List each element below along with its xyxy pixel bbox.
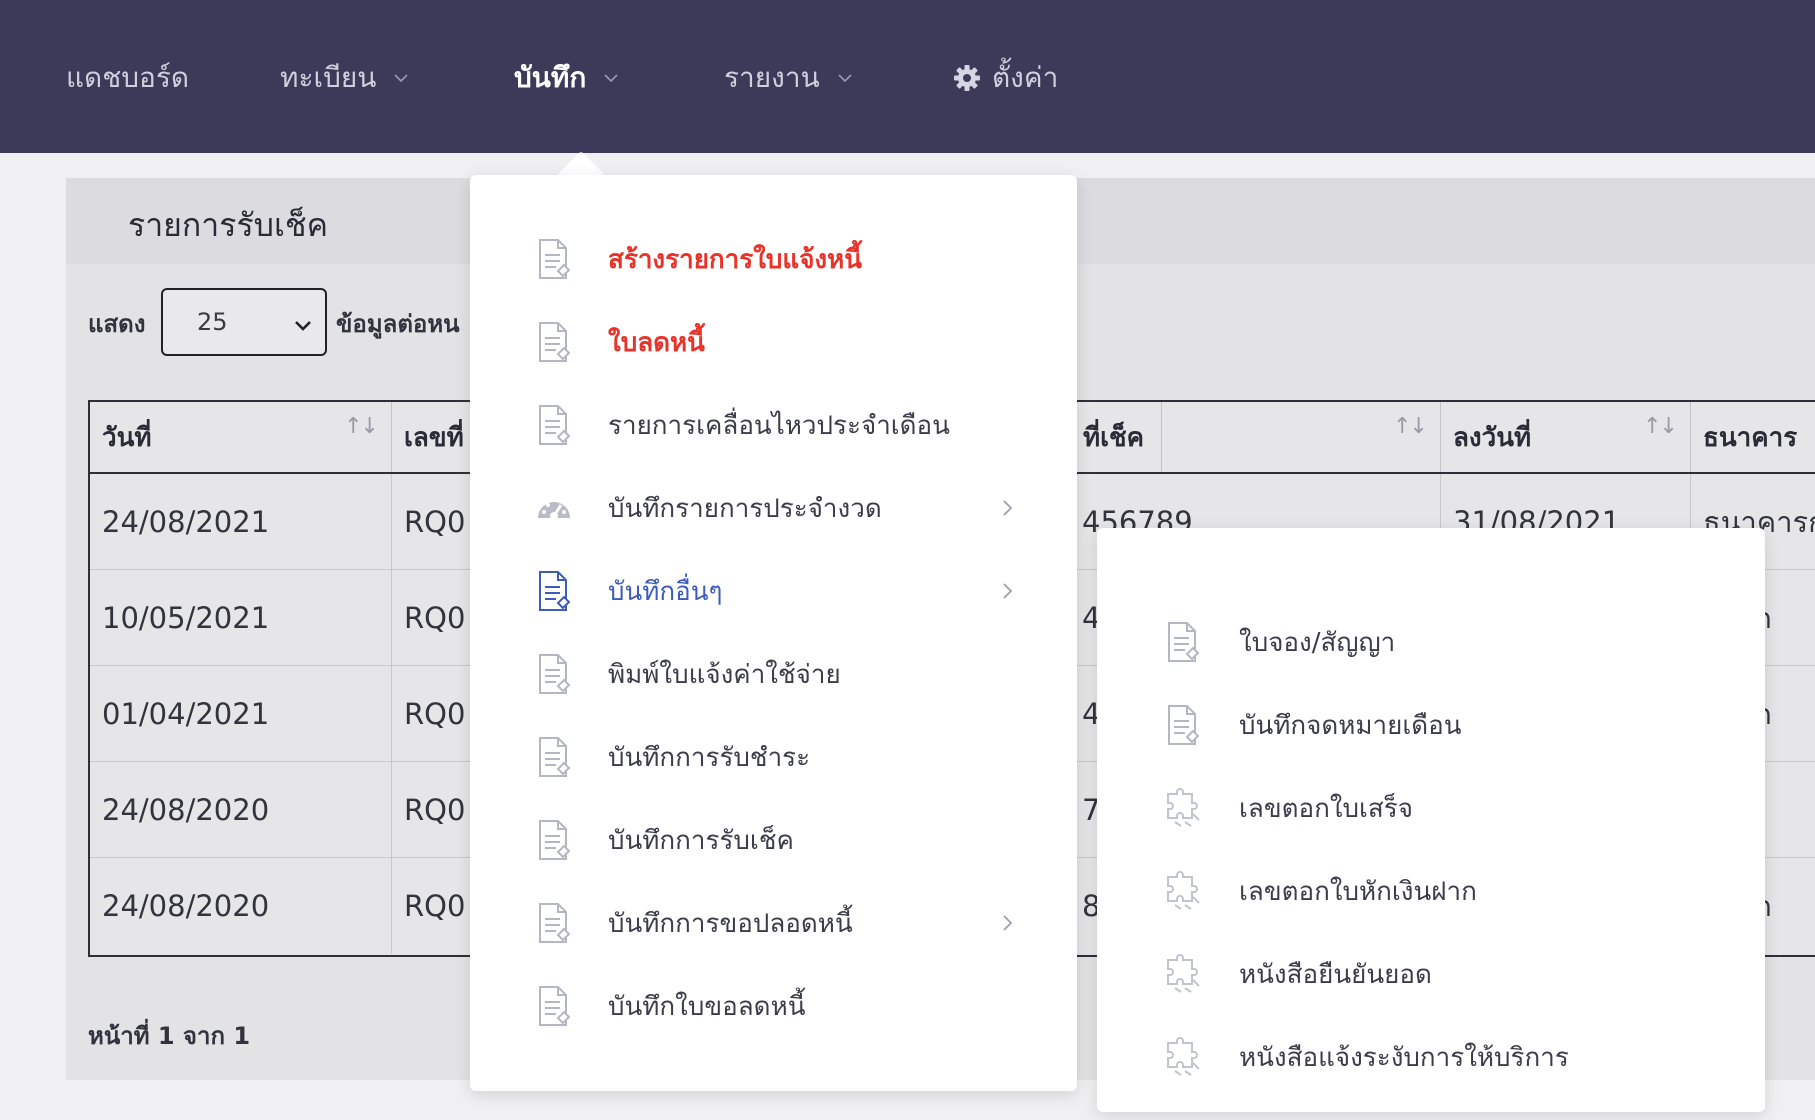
other-records-submenu: ใบจอง/สัญญา บันทึกจดหมายเดือน เลขตอกใบเส… [1097,528,1765,1112]
puzzle-icon [1163,869,1203,913]
menu-item-label: บันทึกการรับเช็ค [608,825,794,856]
nav-settings-label: ตั้งค่า [992,61,1059,94]
menu-item-label: หนังสือแจ้งระงับการให้บริการ [1239,1042,1569,1073]
menu-item-label: บันทึกรายการประจำงวด [608,493,882,524]
nav-dashboard[interactable]: แดชบอร์ด [66,56,189,100]
per-page-label: ข้อมูลต่อหน [336,310,460,338]
menu-item-label: บันทึกอื่นๆ [608,576,723,607]
column-header-label: ธนาคาร [1703,422,1798,453]
menu-item-create-invoice[interactable]: สร้างรายการใบแจ้งหนี้ [470,231,1077,287]
nav-report-label: รายงาน [724,61,820,94]
menu-item-other-records[interactable]: บันทึกอื่นๆ [470,563,1077,619]
chevron-down-icon [604,71,618,85]
nav-registry[interactable]: ทะเบียน [280,56,408,100]
submenu-item-receipt-number[interactable]: เลขตอกใบเสร็จ [1097,780,1765,836]
menu-item-label: สร้างรายการใบแจ้งหนี้ [608,244,863,275]
menu-item-label: บันทึกจดหมายเดือน [1239,710,1462,741]
cell-date: 24/08/2020 [90,858,392,954]
menu-item-record-payment[interactable]: บันทึกการรับชำระ [470,729,1077,785]
puzzle-icon [1163,786,1203,830]
top-navbar: แดชบอร์ด ทะเบียน บันทึก รายงาน ตั้งค่า [0,0,1815,153]
column-header-label: ลงวันที่ [1453,422,1532,453]
cell-date: 24/08/2020 [90,762,392,858]
column-header-check-number[interactable]: ที่เช็ค ↑↓ [1070,402,1441,472]
gauge-icon [534,486,574,530]
chevron-down-icon [394,71,408,85]
page-length-value: 25 [197,308,228,336]
sort-icon: ↑↓ [344,414,379,439]
document-icon [534,652,574,696]
chevron-right-icon [1001,913,1015,933]
menu-item-label: รายการเคลื่อนไหวประจำเดือน [608,410,950,441]
menu-item-label: บันทึกใบขอลดหนี้ [608,991,806,1022]
pagination-info: หน้าที่ 1 จาก 1 [88,1022,251,1050]
document-icon [534,403,574,447]
menu-item-monthly-movement[interactable]: รายการเคลื่อนไหวประจำเดือน [470,397,1077,453]
document-icon [1163,620,1203,664]
chevron-down-icon [838,71,852,85]
chevron-right-icon [1001,498,1015,518]
menu-item-print-expense-notice[interactable]: พิมพ์ใบแจ้งค่าใช้จ่าย [470,646,1077,702]
submenu-item-balance-confirmation[interactable]: หนังสือยืนยันยอด [1097,946,1765,1002]
puzzle-icon [1163,1035,1203,1079]
document-icon [534,818,574,862]
column-header-date[interactable]: วันที่ ↑↓ [90,402,392,472]
nav-record-label: บันทึก [514,61,587,94]
nav-record[interactable]: บันทึก [514,56,618,100]
chevron-down-icon [293,314,313,334]
nav-registry-label: ทะเบียน [280,61,377,94]
document-icon [534,901,574,945]
submenu-item-booking-contract[interactable]: ใบจอง/สัญญา [1097,614,1765,670]
menu-item-label: ใบจอง/สัญญา [1239,627,1396,658]
nav-report[interactable]: รายงาน [724,56,852,100]
nav-dashboard-label: แดชบอร์ด [66,61,190,94]
menu-item-label: ใบลดหนี้ [608,327,705,358]
cell-date: 24/08/2021 [90,474,392,570]
document-icon [534,984,574,1028]
cell-date: 01/04/2021 [90,666,392,762]
document-icon [534,735,574,779]
submenu-item-service-suspension-notice[interactable]: หนังสือแจ้งระงับการให้บริการ [1097,1029,1765,1085]
show-label: แสดง [88,310,146,338]
chevron-right-icon [1001,581,1015,601]
page-title: รายการรับเช็ค [128,206,328,244]
gear-icon [952,63,982,93]
document-icon [534,569,574,613]
column-header-dated[interactable]: ลงวันที่ ↑↓ [1441,402,1691,472]
submenu-item-deposit-deduction-number[interactable]: เลขตอกใบหักเงินฝาก [1097,863,1765,919]
submenu-item-monthly-letter[interactable]: บันทึกจดหมายเดือน [1097,697,1765,753]
menu-item-label: บันทึกการรับชำระ [608,742,811,773]
menu-item-debt-reduction-request[interactable]: บันทึกใบขอลดหนี้ [470,978,1077,1034]
menu-item-label: เลขตอกใบเสร็จ [1239,793,1413,824]
menu-item-label: เลขตอกใบหักเงินฝาก [1239,876,1477,907]
menu-item-label: พิมพ์ใบแจ้งค่าใช้จ่าย [608,659,841,690]
page-length-select[interactable]: 25 [161,288,327,356]
document-icon [1163,703,1203,747]
menu-item-label: หนังสือยืนยันยอด [1239,959,1432,990]
column-header-label: วันที่ [102,422,152,453]
menu-item-credit-note[interactable]: ใบลดหนี้ [470,314,1077,370]
nav-settings[interactable]: ตั้งค่า [952,56,1058,100]
column-header-label: เลขที่ [404,422,464,453]
column-header-label: ที่เช็ค [1083,422,1145,453]
menu-item-period-record[interactable]: บันทึกรายการประจำงวด [470,480,1077,536]
menu-item-debt-clearance[interactable]: บันทึกการขอปลอดหนี้ [470,895,1077,951]
menu-item-label: บันทึกการขอปลอดหนี้ [608,908,853,939]
sort-icon: ↑↓ [1393,414,1428,439]
document-icon [534,237,574,281]
column-header-bank[interactable]: ธนาคาร [1691,402,1815,472]
document-icon [534,320,574,364]
sort-icon: ↑↓ [1643,414,1678,439]
cell-date: 10/05/2021 [90,570,392,666]
puzzle-icon [1163,952,1203,996]
menu-item-record-check[interactable]: บันทึกการรับเช็ค [470,812,1077,868]
record-dropdown-menu: สร้างรายการใบแจ้งหนี้ ใบลดหนี้ รายการเคล… [470,175,1077,1091]
